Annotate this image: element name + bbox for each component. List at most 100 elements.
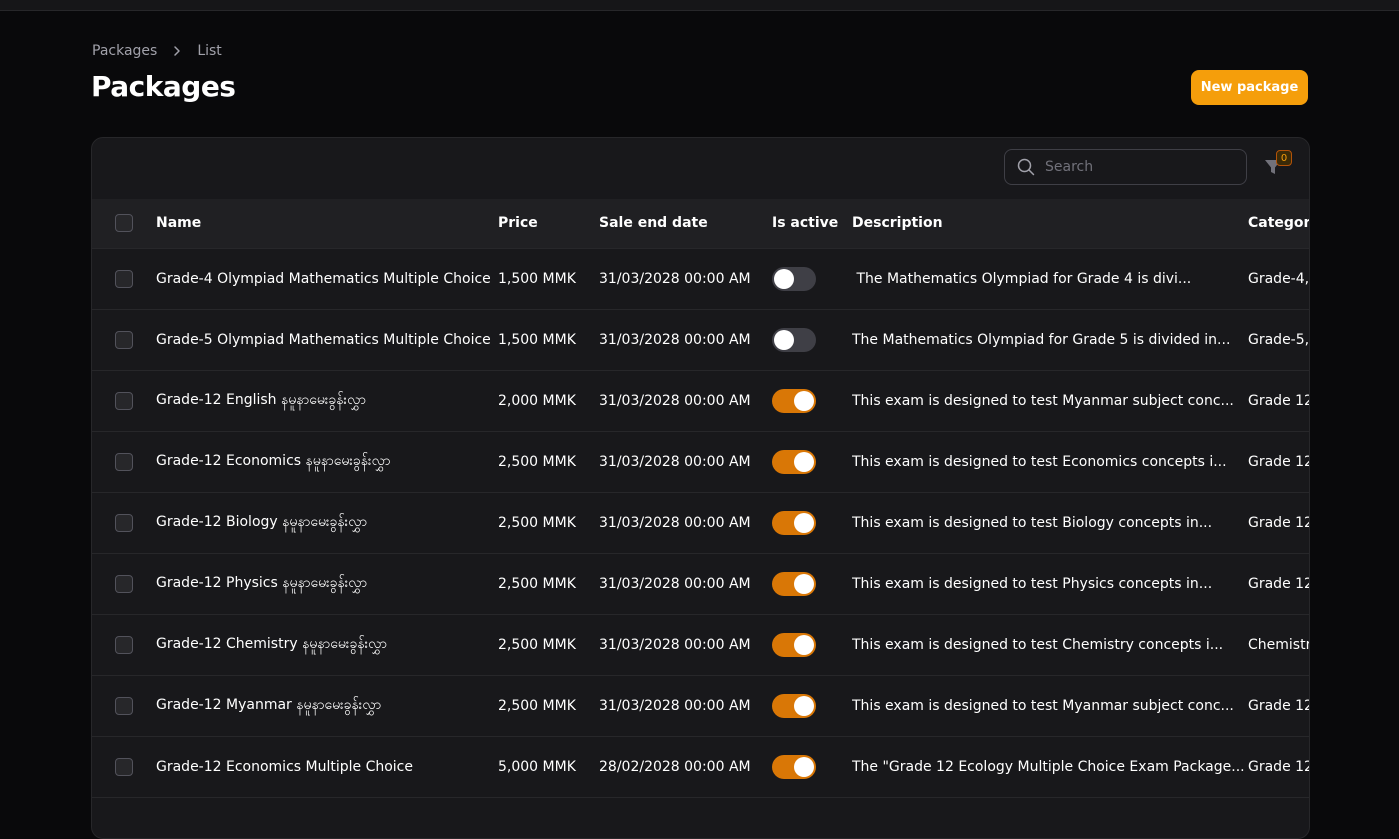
- is-active-cell: [772, 492, 852, 553]
- package-description: This exam is designed to test Chemistry …: [852, 636, 1224, 653]
- package-price: 5,000 MMK: [498, 758, 576, 775]
- package-description: This exam is designed to test Biology co…: [852, 514, 1213, 531]
- breadcrumb-packages-link[interactable]: Packages: [92, 43, 157, 59]
- package-description: The "Grade 12 Ecology Multiple Choice Ex…: [852, 758, 1245, 775]
- package-description: The Mathematics Olympiad for Grade 4 is …: [852, 270, 1192, 287]
- row-checkbox[interactable]: [115, 696, 133, 715]
- is-active-toggle[interactable]: [772, 754, 816, 779]
- breadcrumb: Packages List: [92, 43, 222, 59]
- package-name[interactable]: Grade-12 Economics နမူနာမေးခွန်းလွှာ: [156, 431, 498, 492]
- package-name[interactable]: Grade-12 Myanmar နမူနာမေးခွန်းလွှာ: [156, 675, 498, 736]
- packages-table-panel: 0 Name Price Sale end date Is active Des…: [91, 137, 1310, 839]
- package-price: 2,500 MMK: [498, 636, 576, 653]
- column-header-price[interactable]: Price: [498, 199, 599, 249]
- is-active-toggle[interactable]: [772, 693, 816, 718]
- package-name[interactable]: Grade-12 English နမူနာမေးခွန်းလွှာ: [156, 370, 498, 431]
- package-categories: Grade 12,: [1248, 697, 1309, 714]
- search-input[interactable]: [1043, 158, 1237, 176]
- row-checkbox[interactable]: [115, 330, 133, 349]
- row-checkbox[interactable]: [115, 269, 133, 288]
- page-title: Packages: [91, 70, 236, 103]
- is-active-cell: [772, 370, 852, 431]
- is-active-cell: [772, 248, 852, 309]
- row-checkbox[interactable]: [115, 757, 133, 776]
- row-checkbox[interactable]: [115, 391, 133, 410]
- package-sale-end-date: 31/03/2028 00:00 AM: [599, 392, 751, 409]
- table-row[interactable]: Grade-12 Economics Multiple Choice 5,000 …: [92, 736, 1309, 797]
- row-checkbox[interactable]: [115, 574, 133, 593]
- is-active-toggle[interactable]: [772, 571, 816, 596]
- chevron-right-icon: [171, 45, 183, 57]
- filter-button[interactable]: 0: [1262, 150, 1292, 180]
- search-icon: [1017, 158, 1035, 176]
- table-row[interactable]: Grade-4 Olympiad Mathematics Multiple Ch…: [92, 248, 1310, 309]
- package-sale-end-date: 31/03/2028 00:00 AM: [599, 453, 751, 470]
- row-checkbox[interactable]: [115, 635, 133, 654]
- package-price: 2,500 MMK: [498, 697, 576, 714]
- toggle-knob: [794, 573, 814, 594]
- toggle-knob: [794, 756, 814, 777]
- package-price: 2,500 MMK: [498, 514, 576, 531]
- row-select-cell: [92, 492, 156, 553]
- row-select-cell: [92, 736, 156, 797]
- is-active-toggle[interactable]: [772, 632, 816, 657]
- package-description: This exam is designed to test Physics co…: [852, 575, 1213, 592]
- row-checkbox[interactable]: [115, 452, 133, 471]
- is-active-toggle[interactable]: [772, 388, 816, 413]
- table-toolbar: 0: [92, 138, 1309, 200]
- is-active-cell: [772, 614, 852, 675]
- column-header-description[interactable]: Description: [852, 199, 1248, 249]
- filter-count-badge: 0: [1276, 150, 1292, 166]
- is-active-toggle[interactable]: [772, 327, 816, 352]
- column-header-sale-end-date[interactable]: Sale end date: [599, 199, 772, 249]
- is-active-toggle[interactable]: [772, 510, 816, 535]
- is-active-toggle[interactable]: [772, 449, 816, 474]
- package-categories: Grade 12,: [1248, 758, 1309, 775]
- select-all-checkbox[interactable]: [115, 214, 133, 233]
- package-name[interactable]: Grade-12 Economics Multiple Choice: [156, 736, 498, 797]
- package-price: 2,500 MMK: [498, 453, 576, 470]
- package-categories: Grade 12,: [1248, 514, 1309, 531]
- package-categories: Grade-5,: [1248, 331, 1310, 348]
- table-row[interactable]: Grade-12 Biology နမူနာမေးခွန်းလွှာ 2,500 …: [92, 492, 1309, 553]
- package-sale-end-date: 31/03/2028 00:00 AM: [599, 697, 751, 714]
- package-name[interactable]: Grade-12 Physics နမူနာမေးခွန်းလွှာ: [156, 553, 498, 614]
- toggle-knob: [774, 268, 794, 289]
- is-active-cell: [772, 553, 852, 614]
- column-header-name[interactable]: Name: [156, 199, 498, 249]
- row-select-cell: [92, 309, 156, 370]
- table-header-row: Name Price Sale end date Is active Descr…: [92, 199, 1309, 249]
- row-select-cell: [92, 614, 156, 675]
- column-header-categories[interactable]: Categories: [1248, 199, 1309, 249]
- is-active-toggle[interactable]: [772, 266, 816, 291]
- package-price: 2,500 MMK: [498, 575, 576, 592]
- package-sale-end-date: 31/03/2028 00:00 AM: [599, 575, 751, 592]
- column-header-is-active[interactable]: Is active: [772, 199, 852, 249]
- top-bar: [0, 0, 1399, 11]
- table-row[interactable]: Grade-12 Physics နမူနာမေးခွန်းလွှာ 2,500 …: [92, 553, 1309, 614]
- row-checkbox[interactable]: [115, 513, 133, 532]
- package-name[interactable]: Grade-12 Chemistry နမူနာမေးခွန်းလွှာ: [156, 614, 498, 675]
- package-categories: Grade-4,: [1248, 270, 1310, 287]
- package-price: 1,500 MMK: [498, 270, 576, 287]
- table-row[interactable]: Grade-5 Olympiad Mathematics Multiple Ch…: [92, 309, 1310, 370]
- package-name[interactable]: Grade-4 Olympiad Mathematics Multiple Ch…: [156, 248, 498, 309]
- search-box: [1004, 149, 1247, 185]
- toggle-knob: [794, 695, 814, 716]
- package-name[interactable]: Grade-12 Biology နမူနာမေးခွန်းလွှာ: [156, 492, 498, 553]
- package-categories: Grade 12,: [1248, 453, 1309, 470]
- package-price: 2,000 MMK: [498, 392, 576, 409]
- package-description: This exam is designed to test Economics …: [852, 453, 1227, 470]
- new-package-button[interactable]: New package: [1191, 70, 1308, 105]
- row-select-cell: [92, 553, 156, 614]
- package-description: The Mathematics Olympiad for Grade 5 is …: [852, 331, 1231, 348]
- table-row[interactable]: Grade-12 Economics နမူနာမေးခွန်းလွှာ 2,50…: [92, 431, 1309, 492]
- table-row[interactable]: Grade-12 English နမူနာမေးခွန်းလွှာ 2,000 …: [92, 370, 1309, 431]
- package-sale-end-date: 31/03/2028 00:00 AM: [599, 636, 751, 653]
- toggle-knob: [794, 451, 814, 472]
- table-row[interactable]: Grade-12 Chemistry နမူနာမေးခွန်းလွှာ 2,50…: [92, 614, 1309, 675]
- table-row[interactable]: Grade-12 Myanmar နမူနာမေးခွန်းလွှာ 2,500 …: [92, 675, 1309, 736]
- is-active-cell: [772, 675, 852, 736]
- package-name[interactable]: Grade-5 Olympiad Mathematics Multiple Ch…: [156, 309, 498, 370]
- package-price: 1,500 MMK: [498, 331, 576, 348]
